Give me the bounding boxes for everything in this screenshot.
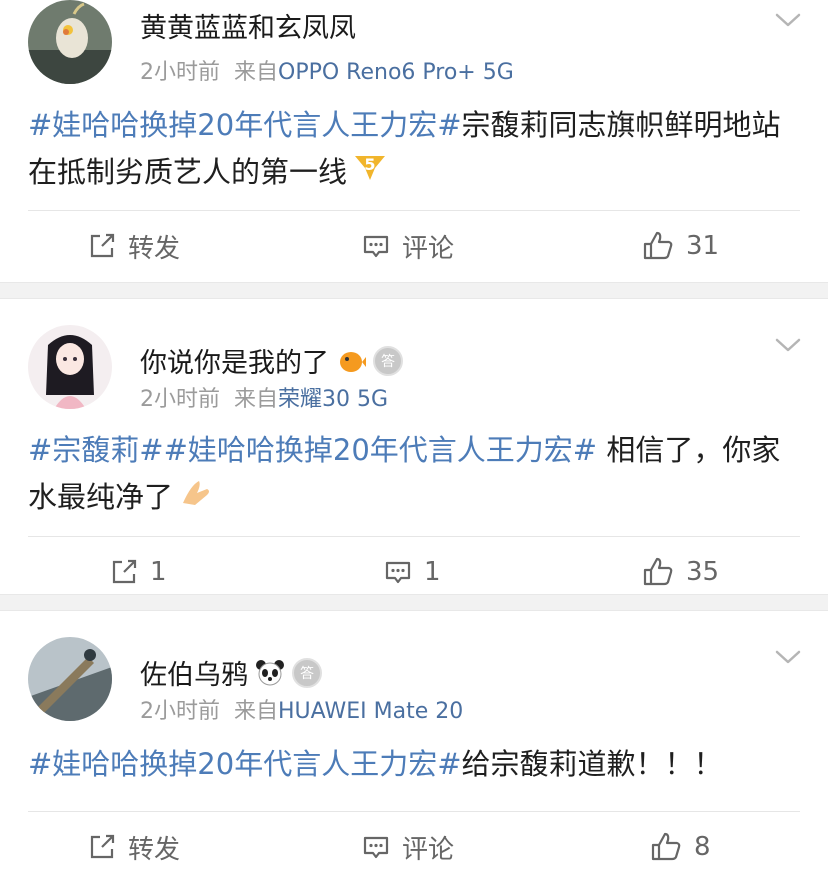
repost-icon	[90, 834, 115, 859]
username[interactable]: 你说你是我的了 答	[140, 341, 403, 380]
topic-link[interactable]: #宗馥莉##娃哈哈换掉20年代言人王力宏#	[28, 433, 597, 467]
medal-badge[interactable]: 答	[373, 345, 403, 376]
username-text[interactable]: 黄黄蓝蓝和玄凤凤	[140, 6, 356, 45]
comment-icon	[363, 235, 389, 258]
svg-text:5: 5	[364, 155, 375, 174]
like-button[interactable]: 35	[642, 537, 719, 607]
emoji-pufferfish-icon	[340, 351, 366, 372]
comment-label: 评论	[402, 233, 455, 264]
like-button[interactable]: 31	[642, 211, 719, 281]
like-count: 31	[686, 231, 720, 261]
comment-label: 评论	[402, 834, 455, 865]
from-label: 来自	[234, 699, 279, 724]
medal-badge[interactable]: 答	[292, 657, 322, 688]
emoji-praying-hands-icon	[177, 475, 215, 523]
username[interactable]: 佐伯乌鸦 答	[140, 653, 322, 692]
post-time: 2小时前	[140, 60, 220, 85]
device-source[interactable]: 荣耀30 5G	[278, 387, 388, 412]
like-count: 35	[686, 557, 720, 587]
username-text[interactable]: 你说你是我的了	[140, 341, 329, 380]
from-label: 来自	[234, 387, 279, 412]
post-actions: 1 1 35	[28, 536, 800, 607]
repost-label: 转发	[128, 834, 181, 865]
post-time: 2小时前	[140, 387, 220, 412]
post-card: 你说你是我的了 答 2小时前 来自荣耀30 5G #宗馥莉##娃哈哈换掉20年代…	[0, 299, 828, 594]
like-icon	[643, 231, 673, 260]
post-card: 佐伯乌鸦 答 2小时前 来自HUAWEI Mate 20 #娃哈哈换掉20年代言…	[0, 611, 828, 881]
post-meta: 2小时前 来自HUAWEI Mate 20	[140, 693, 463, 725]
comment-icon	[363, 836, 389, 859]
post-content: #娃哈哈换掉20年代言人王力宏#给宗馥莉道歉！！！	[28, 741, 802, 788]
chevron-down-icon[interactable]	[774, 10, 802, 30]
chevron-down-icon[interactable]	[774, 647, 802, 667]
comment-button[interactable]: 评论	[362, 211, 454, 281]
topic-link[interactable]: #娃哈哈换掉20年代言人王力宏#	[28, 108, 462, 142]
comment-count: 1	[424, 557, 441, 587]
username-text[interactable]: 佐伯乌鸦	[140, 653, 248, 692]
post-content: #宗馥莉##娃哈哈换掉20年代言人王力宏# 相信了，你家水最纯净了	[28, 427, 802, 523]
avatar[interactable]	[28, 325, 112, 409]
emoji-5-icon: 5	[351, 150, 389, 198]
device-source[interactable]: OPPO Reno6 Pro+ 5G	[278, 60, 514, 85]
comment-button[interactable]: 1	[384, 537, 441, 607]
avatar[interactable]	[28, 637, 112, 721]
topic-link[interactable]: #娃哈哈换掉20年代言人王力宏#	[28, 747, 462, 781]
post-content: #娃哈哈换掉20年代言人王力宏#宗馥莉同志旗帜鲜明地站在抵制劣质艺人的第一线 5	[28, 102, 802, 198]
like-count: 8	[694, 832, 711, 862]
chevron-down-icon[interactable]	[774, 335, 802, 355]
repost-button[interactable]: 转发	[88, 211, 180, 281]
repost-label: 转发	[128, 233, 181, 264]
like-button[interactable]: 8	[650, 812, 711, 882]
comment-button[interactable]: 评论	[362, 812, 454, 882]
repost-count: 1	[150, 557, 167, 587]
username[interactable]: 黄黄蓝蓝和玄凤凤	[140, 6, 356, 45]
post-text: 给宗馥莉道歉！！！	[461, 747, 723, 781]
post-meta: 2小时前 来自荣耀30 5G	[140, 381, 388, 413]
comment-icon	[385, 561, 411, 584]
post-actions: 转发 评论 8	[28, 811, 800, 882]
repost-icon	[90, 233, 115, 258]
emoji-panda-icon	[256, 659, 284, 685]
repost-icon	[112, 559, 137, 584]
post-time: 2小时前	[140, 699, 220, 724]
from-label: 来自	[234, 60, 279, 85]
post-meta: 2小时前 来自OPPO Reno6 Pro+ 5G	[140, 54, 514, 86]
repost-button[interactable]: 转发	[88, 812, 180, 882]
post-separator	[0, 282, 828, 299]
repost-button[interactable]: 1	[110, 537, 167, 607]
like-icon	[651, 832, 681, 861]
post-actions: 转发 评论 31	[28, 210, 800, 281]
post-card: 黄黄蓝蓝和玄凤凤 2小时前 来自OPPO Reno6 Pro+ 5G #娃哈哈换…	[0, 0, 828, 282]
device-source[interactable]: HUAWEI Mate 20	[278, 699, 463, 724]
like-icon	[643, 557, 673, 586]
avatar[interactable]	[28, 0, 112, 84]
